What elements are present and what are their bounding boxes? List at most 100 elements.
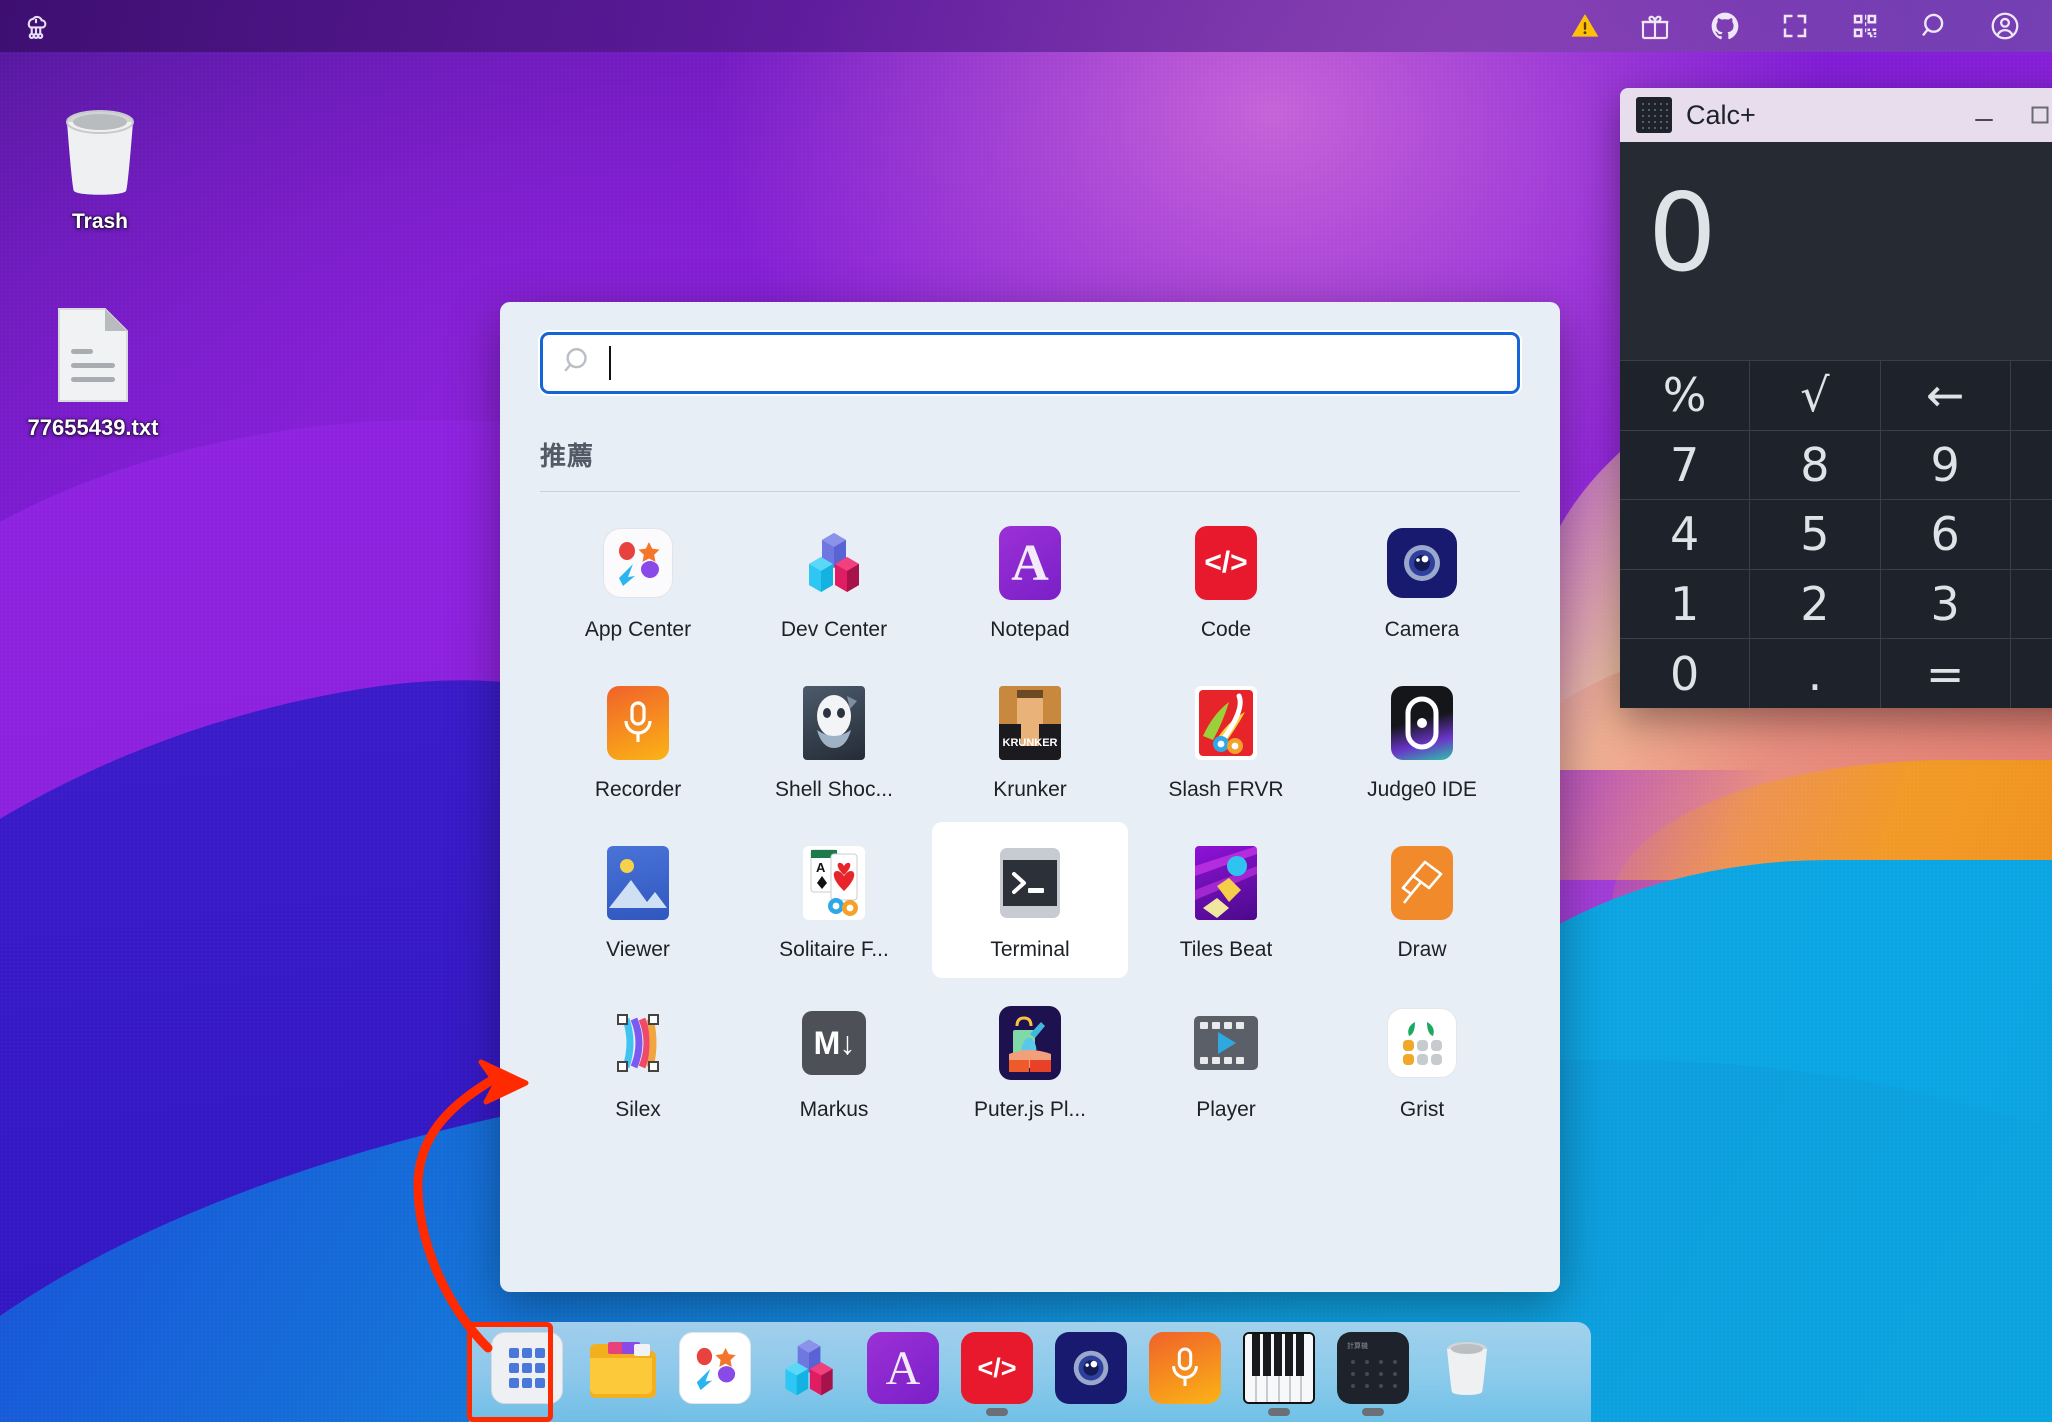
- warning-icon[interactable]: [1568, 9, 1602, 43]
- gift-icon[interactable]: [1638, 9, 1672, 43]
- puterjs-icon: [991, 1004, 1069, 1082]
- code-icon: </>: [1187, 524, 1265, 602]
- running-indicator: [1080, 1408, 1102, 1416]
- calc-key-4[interactable]: 4: [1620, 500, 1750, 569]
- calc-key-plus[interactable]: +: [2010, 569, 2052, 639]
- app-tile-terminal[interactable]: Terminal: [932, 822, 1128, 978]
- section-divider: [540, 491, 1520, 492]
- app-tile-recorder[interactable]: Recorder: [540, 662, 736, 818]
- calc-key-decimal[interactable]: .: [1750, 639, 1880, 708]
- app-tile-label: Player: [1196, 1098, 1256, 1121]
- dock-item-app-launcher[interactable]: [485, 1332, 569, 1418]
- desktop-icon-textfile[interactable]: 77655439.txt: [13, 295, 173, 441]
- maximize-button[interactable]: [2012, 93, 2052, 137]
- dev-center-icon: [773, 1332, 845, 1404]
- running-indicator: [798, 1408, 820, 1416]
- calc-key-2[interactable]: 2: [1750, 569, 1880, 639]
- dock-item-files[interactable]: [579, 1332, 663, 1418]
- dock-item-dev-center[interactable]: [767, 1332, 851, 1418]
- calculator-display-value: 0: [1648, 171, 1717, 296]
- dock-item-notepad[interactable]: A: [861, 1332, 945, 1418]
- notepad-icon: A: [867, 1332, 939, 1404]
- calc-key-7[interactable]: 7: [1620, 430, 1750, 500]
- search-icon[interactable]: [1918, 9, 1952, 43]
- search-box[interactable]: [540, 332, 1520, 394]
- app-tile-camera[interactable]: Camera: [1324, 502, 1520, 658]
- running-indicator: [1362, 1408, 1384, 1416]
- dock-item-app-center[interactable]: [673, 1332, 757, 1418]
- cloud-network-logo[interactable]: [16, 6, 56, 46]
- app-tile-shell-shockers[interactable]: Shell Shoc...: [736, 662, 932, 818]
- dock: A </> 計算機: [469, 1322, 1591, 1422]
- app-tile-solitaire-frvr[interactable]: A Solitaire F...: [736, 822, 932, 978]
- calc-key-5[interactable]: 5: [1750, 500, 1880, 569]
- app-tile-label: Camera: [1384, 618, 1460, 641]
- tiles-beat-icon: [1187, 844, 1265, 922]
- desktop-screen: Trash 77655439.txt 推薦 App Center Dev Cen…: [0, 0, 2052, 1422]
- judge0-icon: [1383, 684, 1461, 762]
- dock-item-recorder[interactable]: [1143, 1332, 1227, 1418]
- app-tile-judge0-ide[interactable]: Judge0 IDE: [1324, 662, 1520, 818]
- app-tile-puterjs-playground[interactable]: Puter.js Pl...: [932, 982, 1128, 1138]
- dock-item-piano[interactable]: [1237, 1332, 1321, 1418]
- calc-key-6[interactable]: 6: [1880, 500, 2010, 569]
- app-tile-silex[interactable]: Silex: [540, 982, 736, 1138]
- account-icon[interactable]: [1988, 9, 2022, 43]
- fullscreen-icon[interactable]: [1778, 9, 1812, 43]
- calc-key-3[interactable]: 3: [1880, 569, 2010, 639]
- app-tile-label: Puter.js Pl...: [973, 1098, 1087, 1121]
- calc-key-8[interactable]: 8: [1750, 430, 1880, 500]
- running-indicator: [704, 1408, 726, 1416]
- calc-key-minus[interactable]: -: [2010, 500, 2052, 569]
- app-tile-label: Silex: [615, 1098, 661, 1121]
- calc-key-equals[interactable]: =: [1880, 639, 2010, 708]
- app-tile-slash-frvr[interactable]: Slash FRVR: [1128, 662, 1324, 818]
- calc-key-clear[interactable]: C: [2010, 639, 2052, 708]
- calc-key-divide[interactable]: /: [2010, 361, 2052, 430]
- app-center-icon: [679, 1332, 751, 1404]
- desktop-icon-trash[interactable]: Trash: [20, 90, 180, 234]
- app-tile-notepad[interactable]: A Notepad: [932, 502, 1128, 658]
- app-tile-label: Recorder: [594, 778, 682, 801]
- calc-key-sqrt[interactable]: √: [1750, 361, 1880, 430]
- minimize-button[interactable]: [1956, 93, 2012, 137]
- terminal-icon: [991, 844, 1069, 922]
- github-icon[interactable]: [1708, 9, 1742, 43]
- camera-icon: [1055, 1332, 1127, 1404]
- grid-launcher-icon: [491, 1332, 563, 1404]
- folder-icon: [585, 1332, 657, 1404]
- notepad-icon: A: [991, 524, 1069, 602]
- app-tile-markus[interactable]: M↓ Markus: [736, 982, 932, 1138]
- app-tile-app-center[interactable]: App Center: [540, 502, 736, 658]
- running-indicator: [610, 1408, 632, 1416]
- app-tile-label: Shell Shoc...: [775, 778, 893, 801]
- app-tile-tiles-beat[interactable]: Tiles Beat: [1128, 822, 1324, 978]
- calc-key-0[interactable]: 0: [1620, 639, 1750, 708]
- search-icon: [561, 344, 595, 383]
- calc-key-backspace[interactable]: ←: [1880, 361, 2010, 430]
- app-tile-krunker[interactable]: KRUNKER Krunker: [932, 662, 1128, 818]
- dock-item-trash[interactable]: [1425, 1332, 1509, 1418]
- app-tile-player[interactable]: Player: [1128, 982, 1324, 1138]
- app-tile-label: Dev Center: [780, 618, 888, 641]
- calculator-titlebar[interactable]: Calc+: [1620, 88, 2052, 142]
- calc-key-9[interactable]: 9: [1880, 430, 2010, 500]
- app-tile-dev-center[interactable]: Dev Center: [736, 502, 932, 658]
- grist-icon: [1383, 1004, 1461, 1082]
- app-tile-grist[interactable]: Grist: [1324, 982, 1520, 1138]
- calc-key-multiply[interactable]: *: [2010, 430, 2052, 500]
- dock-item-calculator[interactable]: 計算機: [1331, 1332, 1415, 1418]
- draw-icon: [1383, 844, 1461, 922]
- app-tile-viewer[interactable]: Viewer: [540, 822, 736, 978]
- app-tile-draw[interactable]: Draw: [1324, 822, 1520, 978]
- solitaire-icon: A: [795, 844, 873, 922]
- calc-key-percent[interactable]: %: [1620, 361, 1750, 430]
- app-tile-label: Code: [1200, 618, 1252, 641]
- search-input[interactable]: [623, 350, 1499, 376]
- dock-item-camera[interactable]: [1049, 1332, 1133, 1418]
- top-bar: [0, 0, 2052, 52]
- qrcode-icon[interactable]: [1848, 9, 1882, 43]
- app-tile-code[interactable]: </> Code: [1128, 502, 1324, 658]
- dock-item-code[interactable]: </>: [955, 1332, 1039, 1418]
- calc-key-1[interactable]: 1: [1620, 569, 1750, 639]
